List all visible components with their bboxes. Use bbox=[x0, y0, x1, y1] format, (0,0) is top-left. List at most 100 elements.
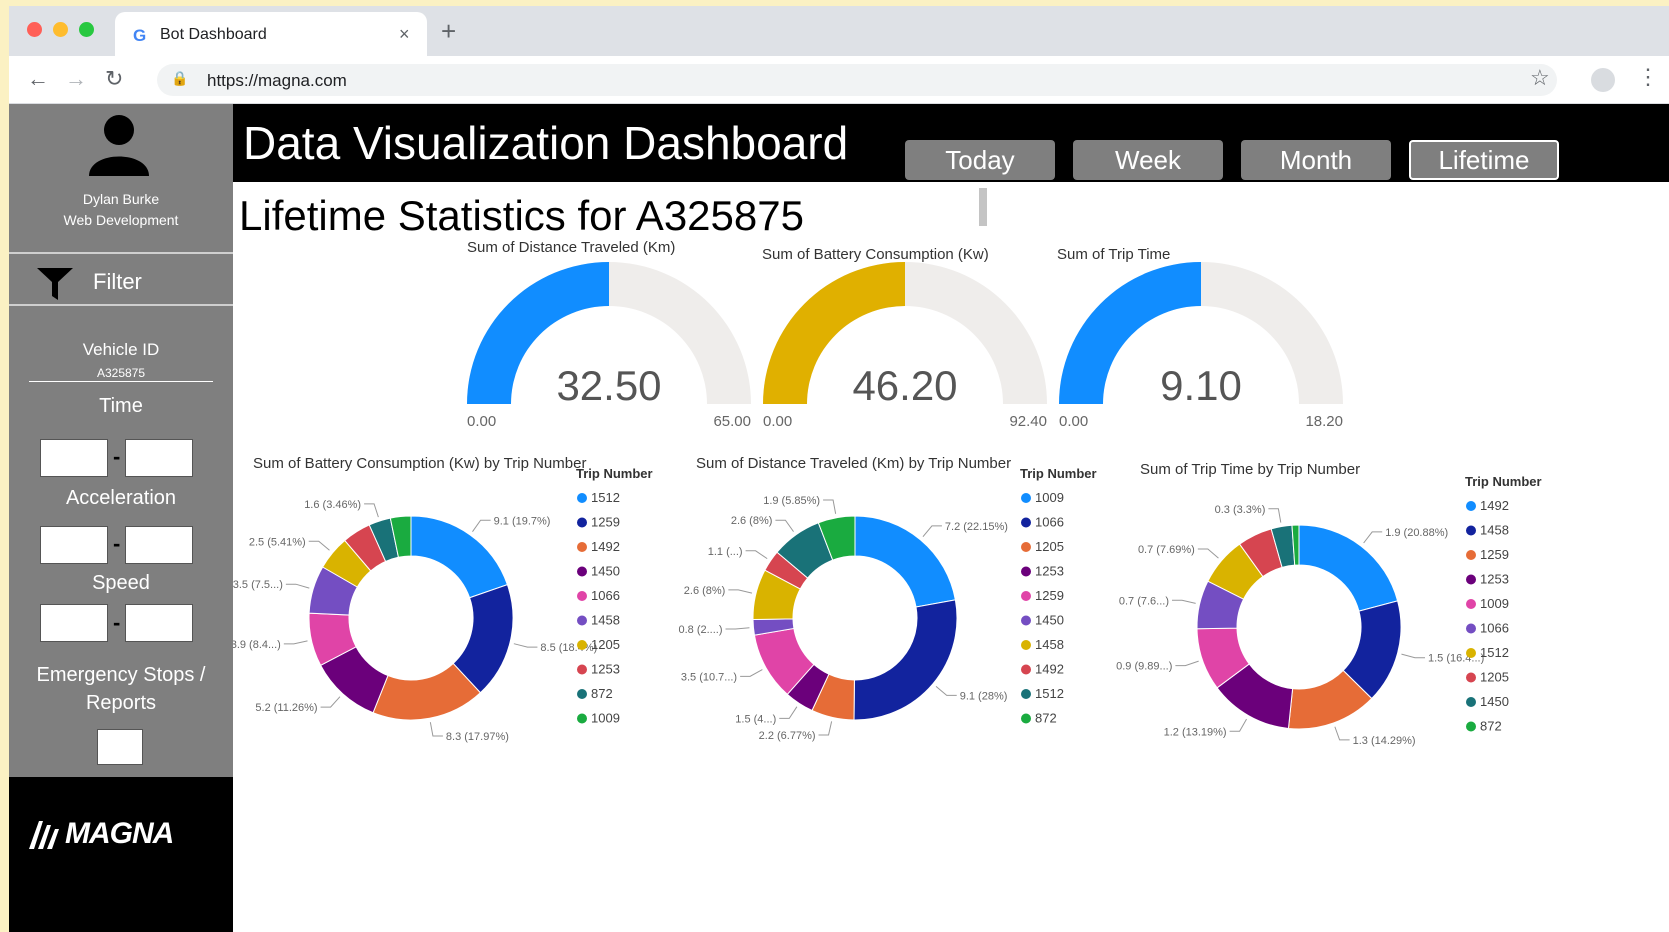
donut-slice bbox=[410, 515, 509, 599]
legend-marker bbox=[1021, 517, 1031, 528]
forward-icon[interactable]: → bbox=[65, 66, 87, 92]
gauge-title: Sum of Battery Consumption (Kw) bbox=[762, 246, 989, 263]
donut-data-label: 2.2 (6.77%) bbox=[759, 730, 816, 742]
legend-item: 1492 bbox=[1480, 498, 1509, 513]
legend-item: 1512 bbox=[1480, 645, 1509, 660]
donut-data-label: 9.1 (19.7%) bbox=[494, 515, 551, 527]
menu-kebab-icon[interactable]: ⋮ bbox=[1637, 64, 1659, 90]
back-icon[interactable]: ← bbox=[27, 66, 49, 92]
donut-title: Sum of Battery Consumption (Kw) by Trip … bbox=[253, 455, 586, 472]
gauge-title: Sum of Distance Traveled (Km) bbox=[467, 239, 675, 256]
donut-data-label: 2.6 (8%) bbox=[731, 515, 773, 527]
range-month-button[interactable]: Month bbox=[1241, 140, 1391, 180]
page-title: Data Visualization Dashboard bbox=[243, 117, 849, 169]
gauge-value: 9.10 bbox=[1160, 362, 1242, 409]
legend-item: 1512 bbox=[591, 490, 620, 505]
range-separator: - bbox=[113, 444, 121, 469]
donut-leader-line bbox=[1197, 548, 1219, 559]
bookmark-star-icon[interactable]: ☆ bbox=[1530, 65, 1550, 91]
donut-data-label: 3.5 (7.5...) bbox=[233, 579, 283, 591]
donut-leader-line bbox=[308, 540, 330, 551]
legend-item: 1259 bbox=[591, 515, 620, 530]
emergency-label-line2: Reports bbox=[85, 692, 157, 714]
legend-item: 1458 bbox=[1480, 523, 1509, 538]
legend-item: 1253 bbox=[591, 662, 620, 677]
legend-item: 1009 bbox=[1035, 490, 1064, 505]
legend-item: 1259 bbox=[1035, 588, 1064, 603]
tab-close-icon[interactable]: × bbox=[399, 24, 410, 45]
acceleration-min-input[interactable] bbox=[40, 526, 108, 564]
address-bar[interactable]: 🔒 https://magna.com bbox=[157, 64, 1557, 96]
new-tab-button[interactable]: + bbox=[441, 16, 456, 47]
donut-data-label: 1.3 (14.29%) bbox=[1353, 735, 1416, 747]
legend-marker bbox=[1021, 689, 1031, 699]
legend-item: 1450 bbox=[1035, 613, 1064, 628]
lock-icon: 🔒 bbox=[171, 70, 189, 86]
legend-item: 872 bbox=[1480, 719, 1502, 734]
speed-label: Speed bbox=[92, 572, 150, 594]
legend-marker bbox=[1021, 566, 1031, 577]
profile-avatar[interactable] bbox=[1591, 68, 1615, 92]
close-window-button[interactable] bbox=[27, 22, 42, 37]
legend-marker bbox=[577, 689, 587, 699]
donut-data-label: 2.5 (5.41%) bbox=[249, 536, 306, 548]
donut-data-label: 1.9 (20.88%) bbox=[1385, 527, 1448, 539]
speed-min-input[interactable] bbox=[40, 604, 108, 642]
donut-data-label: 0.8 (2....) bbox=[678, 624, 722, 636]
legend-item: 1512 bbox=[1035, 686, 1064, 701]
vehicle-id-value[interactable]: A325875 bbox=[9, 366, 233, 380]
filter-icon bbox=[37, 268, 73, 300]
url-text: https://magna.com bbox=[207, 71, 347, 90]
donut-data-label: 1.2 (13.19%) bbox=[1164, 726, 1227, 738]
donut-data-label: 3.9 (8.4...) bbox=[233, 639, 281, 651]
donut-leader-line bbox=[429, 722, 443, 737]
time-min-input[interactable] bbox=[40, 439, 108, 477]
donut-data-label: 3.5 (10.7...) bbox=[681, 671, 737, 683]
donut-leader-line bbox=[740, 669, 763, 677]
legend-item: 1205 bbox=[1035, 539, 1064, 554]
browser-window: G Bot Dashboard × + ← → ↻ 🔒 https://magn… bbox=[9, 6, 1669, 932]
legend-title: Trip Number bbox=[576, 466, 653, 481]
legend-item: 1458 bbox=[591, 613, 620, 628]
donut-data-label: 0.7 (7.69%) bbox=[1138, 544, 1195, 556]
legend-marker bbox=[1466, 501, 1476, 511]
filter-label: Filter bbox=[93, 269, 142, 294]
donut-leader-line bbox=[935, 685, 957, 696]
speed-max-input[interactable] bbox=[125, 604, 193, 642]
donut-data-label: 0.9 (9.89...) bbox=[1116, 661, 1172, 673]
range-separator: - bbox=[113, 610, 121, 635]
gauge-min-label: 0.00 bbox=[467, 413, 496, 430]
divider bbox=[9, 252, 233, 254]
tab-title: Bot Dashboard bbox=[160, 26, 267, 43]
acceleration-max-input[interactable] bbox=[125, 526, 193, 564]
filter-button[interactable]: Filter bbox=[9, 256, 233, 306]
maximize-window-button[interactable] bbox=[79, 22, 94, 37]
range-lifetime-button[interactable]: Lifetime bbox=[1409, 140, 1559, 180]
donut-leader-line bbox=[779, 706, 798, 719]
emergency-stops-input[interactable] bbox=[97, 729, 143, 765]
gauge-value: 32.50 bbox=[556, 362, 661, 409]
user-department: Web Development bbox=[63, 212, 179, 228]
range-week-button[interactable]: Week bbox=[1073, 140, 1223, 180]
legend-marker bbox=[1021, 493, 1031, 503]
minimize-window-button[interactable] bbox=[53, 22, 68, 37]
donut-leader-line bbox=[823, 499, 837, 514]
reload-icon[interactable]: ↻ bbox=[105, 66, 123, 92]
legend-item: 872 bbox=[591, 686, 613, 701]
legend-item: 1066 bbox=[1035, 515, 1064, 530]
legend-marker bbox=[577, 566, 587, 577]
time-max-input[interactable] bbox=[125, 439, 193, 477]
legend-marker bbox=[1021, 591, 1031, 601]
donut-leader-line bbox=[725, 627, 750, 630]
legend-marker bbox=[577, 517, 587, 528]
legend-item: 1450 bbox=[591, 564, 620, 579]
browser-tab[interactable]: G Bot Dashboard × bbox=[115, 12, 427, 56]
donut-data-label: 5.2 (11.26%) bbox=[255, 702, 317, 714]
range-today-button[interactable]: Today bbox=[905, 140, 1055, 180]
legend-item: 1259 bbox=[1480, 547, 1509, 562]
legend-item: 1066 bbox=[1480, 621, 1509, 636]
emergency-label-line1: Emergency Stops / bbox=[36, 664, 206, 686]
legend-item: 1253 bbox=[1480, 572, 1509, 587]
donut-leader-line bbox=[775, 519, 794, 532]
donut-leader-line bbox=[1172, 599, 1196, 604]
